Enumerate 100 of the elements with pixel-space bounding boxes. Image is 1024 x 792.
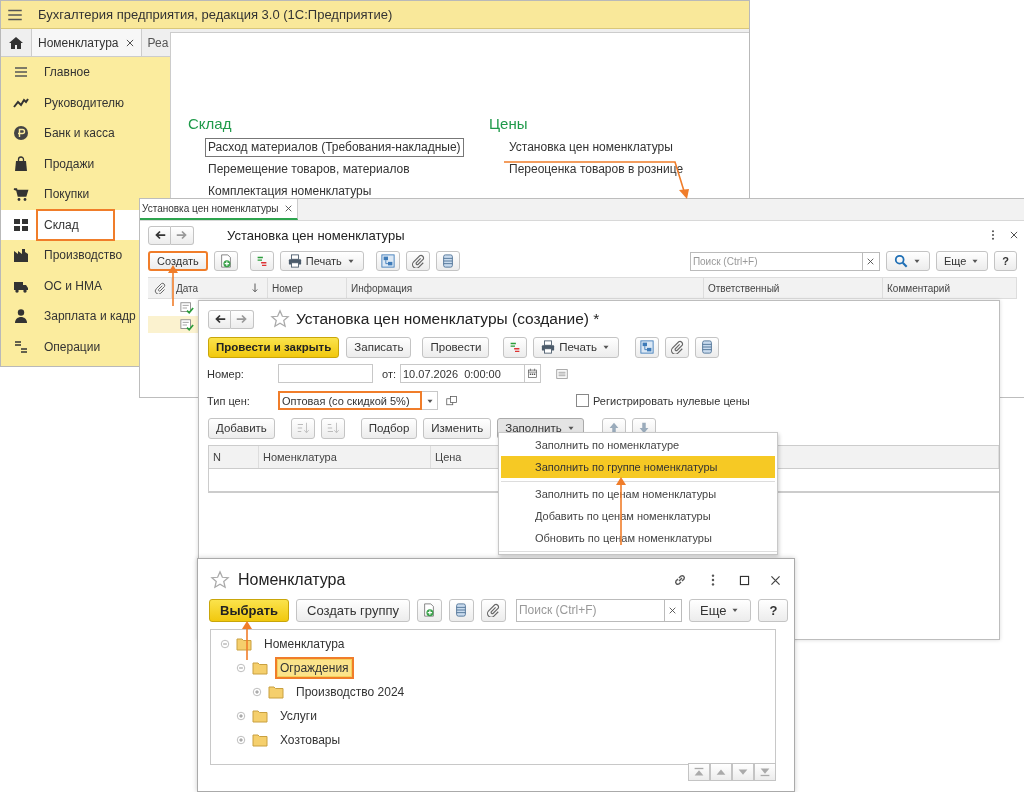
column-header[interactable]: Дата: [172, 278, 268, 298]
number-field[interactable]: [278, 364, 373, 383]
attach-button[interactable]: [481, 598, 506, 622]
back-button[interactable]: [208, 309, 231, 329]
sidebar-item[interactable]: Зарплата и кадр: [1, 301, 139, 332]
close-icon[interactable]: [283, 204, 293, 213]
expand-icon[interactable]: [251, 686, 263, 698]
next-button[interactable]: [732, 763, 754, 781]
column-header[interactable]: Информация: [347, 278, 704, 298]
save-button[interactable]: Записать: [346, 336, 412, 358]
home-icon: [8, 34, 24, 51]
sidebar-item[interactable]: Покупки: [1, 179, 139, 210]
sidebar-item[interactable]: Производство: [1, 240, 139, 271]
create-button[interactable]: Создать: [148, 251, 208, 271]
column-header[interactable]: Номенклатура: [259, 446, 431, 468]
document-lines-icon[interactable]: [555, 366, 569, 381]
database-icon: [700, 340, 715, 354]
calendar-icon: [527, 368, 538, 379]
attach-button[interactable]: [665, 336, 690, 358]
search-button[interactable]: [885, 251, 930, 271]
link[interactable]: Комплектация номенклатуры: [205, 182, 375, 201]
dropdown-button[interactable]: [422, 391, 438, 410]
date-field[interactable]: 10.07.2026 0:00:00: [400, 364, 525, 383]
checkbox[interactable]: [576, 394, 589, 407]
pick-button[interactable]: Подбор: [360, 417, 418, 439]
tree-item[interactable]: Хозтовары: [275, 729, 346, 751]
link-icon[interactable]: [672, 572, 688, 588]
tree-item[interactable]: Производство 2024: [291, 681, 410, 703]
first-button[interactable]: [688, 763, 710, 781]
menu-item[interactable]: Заполнить по группе номенклатуры: [501, 456, 775, 478]
search-icon: [893, 254, 908, 268]
help-button[interactable]: ?: [758, 598, 789, 622]
copy-button[interactable]: [213, 251, 238, 271]
column-header[interactable]: Номер: [268, 278, 347, 298]
list-button[interactable]: [435, 251, 460, 271]
expand-icon[interactable]: [235, 734, 247, 746]
document-plus-icon: [422, 603, 437, 617]
link[interactable]: Перемещение товаров, материалов: [205, 160, 413, 179]
list-button[interactable]: [449, 598, 474, 622]
more-button[interactable]: Еще: [689, 598, 752, 622]
structure-button[interactable]: [375, 251, 400, 271]
tree-item[interactable]: Услуги: [275, 705, 322, 727]
post-close-button[interactable]: Провести и закрыть: [208, 336, 340, 358]
arrow-right-icon: [175, 228, 189, 242]
create-group-button[interactable]: Создать группу: [296, 598, 410, 622]
open-icon[interactable]: [446, 394, 458, 407]
star-icon[interactable]: [210, 570, 230, 590]
structure-button[interactable]: [635, 336, 660, 358]
back-button[interactable]: [148, 225, 171, 245]
tab[interactable]: Установка цен номенклатуры: [140, 199, 298, 220]
ledger-button[interactable]: [503, 336, 528, 358]
printer-icon: [541, 340, 556, 354]
attach-button[interactable]: [405, 251, 430, 271]
database-icon: [454, 603, 469, 617]
expand-icon[interactable]: [235, 710, 247, 722]
tab[interactable]: Номенклатура: [32, 29, 142, 56]
link[interactable]: Расход материалов (Требования-накладные): [205, 138, 464, 157]
previous-button[interactable]: [710, 763, 732, 781]
sidebar-item[interactable]: Руководителю: [1, 87, 139, 118]
help-button[interactable]: ?: [994, 251, 1017, 271]
ledger-button[interactable]: [249, 251, 274, 271]
tree-item[interactable]: Ограждения: [275, 657, 354, 679]
table-row[interactable]: [148, 316, 198, 333]
list-button[interactable]: [695, 336, 720, 358]
search-field[interactable]: Поиск (Ctrl+F): [689, 251, 863, 271]
print-button[interactable]: Печать: [533, 336, 620, 358]
window-title: Установка цен номенклатуры (создание) *: [296, 310, 600, 328]
search-field[interactable]: Поиск (Ctrl+F): [516, 598, 665, 622]
column-header[interactable]: Ответственный: [704, 278, 883, 298]
column-header[interactable]: Комментарий: [883, 278, 1017, 298]
cart-icon: [13, 186, 29, 203]
sidebar-item[interactable]: Операции: [1, 331, 139, 362]
window-title: Бухгалтерия предприятия, редакция 3.0 (1С:Предприятие): [38, 7, 393, 22]
close-icon[interactable]: [769, 573, 782, 587]
link[interactable]: Установка цен номенклатуры: [506, 138, 676, 157]
column-header[interactable]: N: [209, 446, 259, 468]
star-icon[interactable]: [270, 309, 290, 329]
print-button[interactable]: Печать: [279, 251, 364, 271]
tree-item[interactable]: Номенклатура: [259, 633, 350, 655]
sidebar-item[interactable]: Продажи: [1, 148, 139, 179]
choose-button[interactable]: Выбрать: [209, 598, 290, 622]
folder-icon: [252, 708, 268, 724]
sidebar-item[interactable]: ОС и НМА: [1, 270, 139, 301]
close-icon[interactable]: [124, 37, 135, 48]
sidebar-item[interactable]: Банк и касса: [1, 118, 139, 149]
edit-button[interactable]: Изменить: [423, 417, 492, 439]
close-icon[interactable]: [1009, 230, 1019, 240]
close-icon: [668, 605, 678, 615]
maximize-icon[interactable]: [738, 573, 751, 587]
section-title: Склад: [188, 115, 232, 132]
price-type-field[interactable]: Оптовая (со скидкой 5%): [278, 391, 422, 410]
more-button[interactable]: Еще: [935, 251, 989, 271]
arrow-right-icon: [235, 312, 249, 326]
last-button[interactable]: [754, 763, 776, 781]
sidebar-item[interactable]: Склад: [1, 209, 139, 240]
post-button[interactable]: Провести: [422, 336, 490, 358]
add-button[interactable]: Добавить: [208, 417, 275, 439]
sidebar-item[interactable]: Главное: [1, 57, 139, 88]
field-label: Номер:: [207, 367, 245, 380]
create-button[interactable]: [417, 598, 442, 622]
